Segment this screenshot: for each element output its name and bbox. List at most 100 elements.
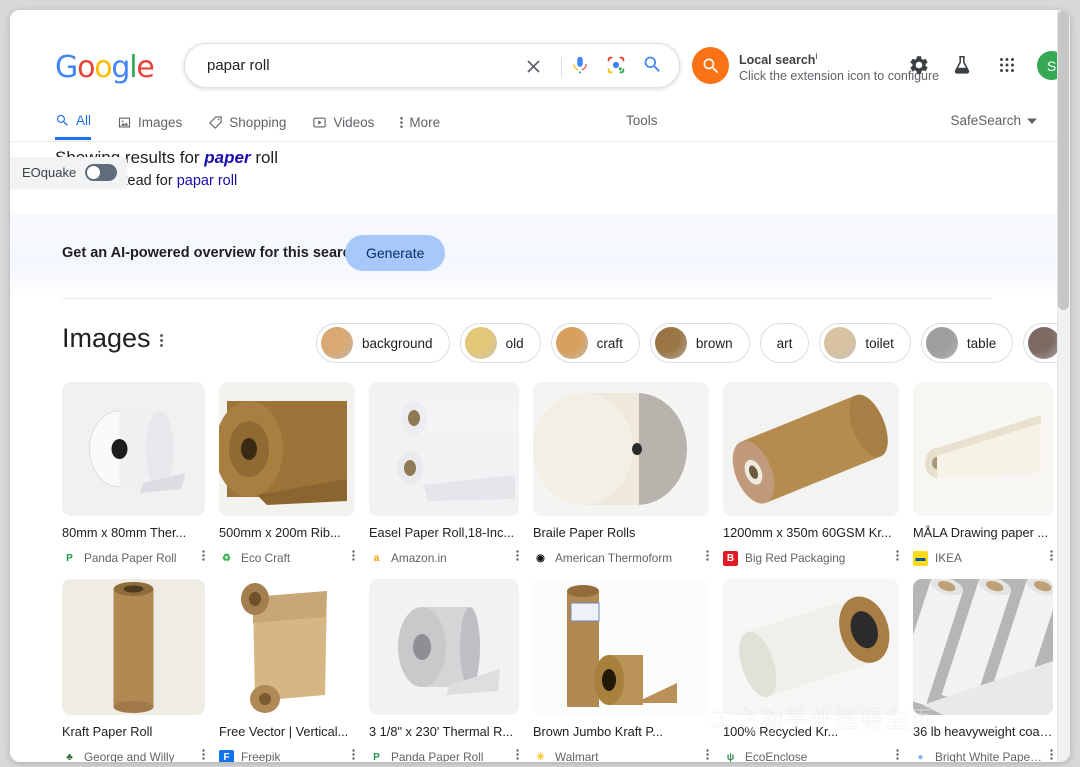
tab-images[interactable]: Images bbox=[117, 104, 182, 140]
result-caption: 80mm x 80mm Ther... bbox=[62, 525, 187, 540]
image-result-card[interactable]: 80mm x 80mm Ther... P Panda Paper Roll bbox=[62, 382, 205, 569]
page-scrollbar[interactable] bbox=[1057, 10, 1070, 762]
result-source-row: ▬ IKEA bbox=[913, 547, 1053, 569]
image-result-card[interactable]: Braile Paper Rolls ◉ American Thermoform bbox=[533, 382, 709, 569]
tab-label: Images bbox=[138, 114, 183, 130]
nav-divider bbox=[10, 141, 1057, 142]
eoquake-toggle[interactable] bbox=[85, 164, 118, 181]
filter-chip-table[interactable]: table bbox=[920, 323, 1014, 363]
tab-all[interactable]: All bbox=[55, 104, 92, 140]
result-source-name: Freepik bbox=[241, 750, 281, 762]
image-result-card[interactable]: Brown Jumbo Kraft P... ✳ Walmart bbox=[533, 579, 709, 762]
result-thumbnail[interactable] bbox=[913, 579, 1053, 715]
results-row: 80mm x 80mm Ther... P Panda Paper Roll 500m… bbox=[62, 382, 1053, 569]
ai-banner-divider bbox=[62, 298, 992, 299]
local-search-extension-badge[interactable] bbox=[692, 47, 729, 84]
google-apps-grid-icon[interactable] bbox=[996, 54, 1018, 81]
result-thumbnail[interactable] bbox=[62, 579, 205, 715]
search-input[interactable] bbox=[205, 44, 505, 87]
close-icon[interactable] bbox=[523, 56, 547, 80]
image-result-card[interactable]: 3 1/8" x 230' Thermal R... P Panda Paper R… bbox=[369, 579, 519, 762]
tools-button[interactable]: Tools bbox=[626, 113, 658, 128]
tab-more[interactable]: More bbox=[400, 104, 440, 140]
result-thumbnail[interactable] bbox=[913, 382, 1053, 516]
result-source-name: Bright White Paper Co bbox=[935, 750, 1044, 762]
tab-videos[interactable]: Videos bbox=[312, 104, 374, 140]
kebab-icon[interactable] bbox=[706, 746, 709, 762]
filter-chip-brown[interactable]: brown bbox=[649, 323, 750, 363]
source-favicon: a bbox=[369, 550, 384, 566]
eoquake-widget[interactable]: EOquake bbox=[10, 157, 128, 188]
result-thumbnail[interactable] bbox=[369, 382, 519, 516]
page-title: Images bbox=[62, 323, 151, 353]
kebab-icon[interactable] bbox=[706, 547, 709, 569]
tag-icon bbox=[208, 115, 223, 130]
kebab-icon[interactable] bbox=[896, 746, 899, 762]
search-box[interactable] bbox=[184, 43, 680, 88]
result-thumbnail[interactable] bbox=[533, 579, 709, 715]
kebab-icon[interactable] bbox=[202, 547, 205, 569]
filter-chip-art[interactable]: art bbox=[759, 323, 810, 363]
google-lens-icon[interactable] bbox=[605, 54, 629, 78]
result-source-row: P Panda Paper Roll bbox=[369, 746, 519, 762]
kebab-icon[interactable] bbox=[1050, 746, 1053, 762]
image-filter-chips: backgroundoldcraftbrownarttoilettablethe… bbox=[316, 323, 1070, 363]
chip-label: brown bbox=[695, 335, 733, 351]
chip-thumbnail bbox=[654, 327, 687, 359]
filter-chip-background[interactable]: background bbox=[316, 323, 450, 363]
filter-chip-old[interactable]: old bbox=[459, 323, 541, 363]
kebab-icon[interactable] bbox=[352, 746, 355, 762]
tab-shopping[interactable]: Shopping bbox=[208, 104, 286, 140]
filter-chip-craft[interactable]: craft bbox=[550, 323, 640, 363]
filter-chip-toilet[interactable]: toilet bbox=[819, 323, 911, 363]
kebab-icon[interactable] bbox=[160, 332, 163, 354]
result-caption: Brown Jumbo Kraft P... bbox=[533, 724, 663, 739]
google-logo[interactable]: Google bbox=[55, 50, 155, 85]
image-result-card[interactable]: 1200mm x 350m 60GSM Kr... B Big Red Packag… bbox=[723, 382, 899, 569]
browser-page: Google papar roll Local searchi Click th… bbox=[10, 10, 1070, 762]
result-source-row: a Amazon.in bbox=[369, 547, 519, 569]
search-icon[interactable] bbox=[642, 54, 666, 78]
labs-flask-icon[interactable] bbox=[951, 54, 973, 81]
gear-icon[interactable] bbox=[908, 54, 930, 81]
kebab-icon[interactable] bbox=[516, 547, 519, 569]
chip-thumbnail bbox=[464, 327, 497, 359]
result-thumbnail[interactable] bbox=[533, 382, 709, 516]
source-favicon: ◉ bbox=[533, 550, 548, 566]
kebab-icon[interactable] bbox=[1050, 547, 1053, 569]
image-result-card[interactable]: MÅLA Drawing paper ... ▬ IKEA bbox=[913, 382, 1053, 569]
image-result-card[interactable]: Kraft Paper Roll ♣ George and Willy bbox=[62, 579, 205, 762]
result-source-row: ψ EcoEnclose bbox=[723, 746, 899, 762]
result-thumbnail[interactable] bbox=[723, 382, 899, 516]
source-favicon: ▬ bbox=[913, 550, 928, 566]
result-thumbnail[interactable] bbox=[723, 579, 899, 715]
kebab-icon[interactable] bbox=[202, 746, 205, 762]
result-thumbnail[interactable] bbox=[62, 382, 205, 516]
kebab-icon[interactable] bbox=[896, 547, 899, 569]
result-source-name: Amazon.in bbox=[391, 551, 447, 565]
source-favicon: P bbox=[62, 550, 77, 566]
tab-label: All bbox=[76, 113, 92, 128]
source-favicon: B bbox=[723, 550, 738, 566]
generate-button[interactable]: Generate bbox=[345, 235, 446, 271]
result-thumbnail[interactable] bbox=[369, 579, 519, 715]
kebab-icon[interactable] bbox=[516, 746, 519, 762]
tab-label: Shopping bbox=[229, 114, 287, 130]
chip-label: background bbox=[362, 335, 433, 351]
kebab-icon[interactable] bbox=[352, 547, 355, 569]
chevron-down-icon bbox=[1027, 118, 1037, 124]
result-caption: Braile Paper Rolls bbox=[533, 525, 636, 540]
microphone-icon[interactable] bbox=[569, 54, 593, 78]
image-results-grid: 80mm x 80mm Ther... P Panda Paper Roll 500m… bbox=[62, 382, 1053, 762]
scrollbar-thumb[interactable] bbox=[1058, 10, 1069, 310]
result-thumbnail[interactable] bbox=[219, 579, 355, 715]
image-result-card[interactable]: 500mm x 200m Rib... ♻ Eco Craft bbox=[219, 382, 355, 569]
image-result-card[interactable]: Easel Paper Roll,18-Inc... a Amazon.in bbox=[369, 382, 519, 569]
safesearch-dropdown[interactable]: SafeSearch bbox=[950, 113, 1037, 128]
image-result-card[interactable]: Free Vector | Vertical... F Freepik bbox=[219, 579, 355, 762]
chip-thumbnail bbox=[555, 327, 588, 359]
result-thumbnail[interactable] bbox=[219, 382, 355, 516]
image-result-card[interactable]: 100% Recycled Kr... ψ EcoEnclose bbox=[723, 579, 899, 762]
original-term-link[interactable]: papar roll bbox=[177, 173, 237, 189]
image-result-card[interactable]: 36 lb heavyweight coated bond p... ● Brigh… bbox=[913, 579, 1053, 762]
